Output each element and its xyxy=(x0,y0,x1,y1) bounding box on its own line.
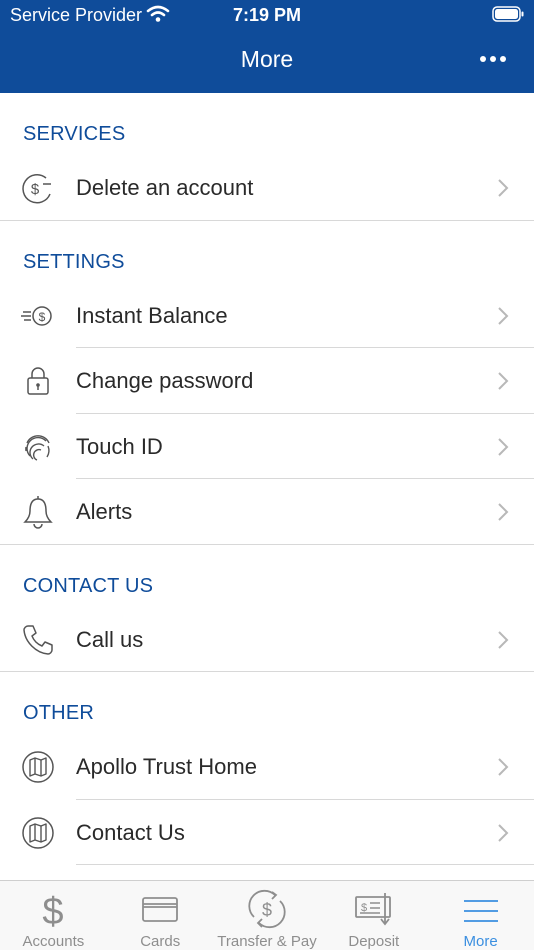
svg-text:$: $ xyxy=(31,181,40,198)
section-header-services: SERVICES xyxy=(23,123,126,145)
menu-item-apollo-trust-home[interactable]: Apollo Trust Home xyxy=(0,734,534,800)
chevron-right-icon xyxy=(498,503,509,521)
menu-item-instant-balance[interactable]: $ Instant Balance xyxy=(0,283,534,348)
menu-item-label: Change password xyxy=(76,368,254,393)
tab-bar: $ Accounts Cards $ Transfer & Pay $ Depo… xyxy=(0,880,534,950)
chevron-right-icon xyxy=(498,437,509,456)
lock-icon xyxy=(27,367,49,395)
card-icon xyxy=(142,897,179,922)
status-bar: Service Provider 7:19 PM xyxy=(0,0,534,30)
row-divider xyxy=(0,219,534,221)
tab-more[interactable]: More xyxy=(427,881,534,950)
tab-deposit[interactable]: $ Deposit xyxy=(320,881,427,950)
section-header-contact-us: CONTACT US xyxy=(23,574,154,597)
map-icon xyxy=(22,816,54,849)
chevron-right-icon xyxy=(498,306,509,325)
tab-accounts[interactable]: $ Accounts xyxy=(0,881,107,950)
row-divider xyxy=(0,543,534,545)
menu-item-label: Contact Us xyxy=(76,819,185,845)
menu-item-call-us[interactable]: Call us xyxy=(0,607,534,672)
phone-icon xyxy=(23,624,53,655)
chevron-right-icon xyxy=(498,758,509,776)
svg-text:$: $ xyxy=(262,900,272,920)
row-divider xyxy=(0,671,534,672)
menu-item-label: Touch ID xyxy=(76,433,163,459)
dollar-remove-icon: $ xyxy=(22,174,51,204)
section-header-settings: SETTINGS xyxy=(23,250,125,273)
more-menu-list: SERVICES $ Delete an account SETTINGS $ … xyxy=(0,93,534,865)
status-time: 7:19 PM xyxy=(232,5,302,25)
menu-item-label: Apollo Trust Home xyxy=(76,754,257,779)
tab-label: More xyxy=(463,933,498,950)
row-divider xyxy=(76,864,534,865)
map-icon xyxy=(22,751,54,783)
page-title: More xyxy=(240,46,294,72)
menu-icon xyxy=(463,900,498,922)
menu-item-change-password[interactable]: Change password xyxy=(0,348,534,414)
dollar-icon: $ xyxy=(43,891,64,931)
tab-label: Cards xyxy=(140,933,181,950)
tab-transfer-pay[interactable]: $ Transfer & Pay xyxy=(214,881,321,950)
menu-item-label: Call us xyxy=(76,626,144,652)
fingerprint-icon xyxy=(25,434,50,461)
menu-item-contact-us[interactable]: Contact Us xyxy=(0,800,534,865)
app-header: Service Provider 7:19 PM More xyxy=(0,0,534,93)
bell-icon xyxy=(23,496,53,529)
battery-icon xyxy=(492,6,524,22)
chevron-right-icon xyxy=(498,630,509,649)
more-options-icon[interactable] xyxy=(478,52,508,66)
menu-item-label: Delete an account xyxy=(76,175,254,200)
transfer-icon: $ xyxy=(248,889,286,929)
menu-item-label: Instant Balance xyxy=(76,302,228,328)
tab-label: Transfer & Pay xyxy=(217,933,317,950)
svg-text:$: $ xyxy=(39,310,46,324)
svg-text:$: $ xyxy=(43,891,64,931)
section-header-other: OTHER xyxy=(23,702,94,724)
menu-item-touch-id[interactable]: Touch ID xyxy=(0,414,534,479)
menu-item-alerts[interactable]: Alerts xyxy=(0,479,534,545)
chevron-right-icon xyxy=(498,372,509,390)
tab-label: Deposit xyxy=(348,933,400,950)
menu-item-label: Alerts xyxy=(76,499,133,524)
check-deposit-icon: $ xyxy=(354,893,391,926)
svg-text:$: $ xyxy=(361,902,367,914)
menu-item-delete-account[interactable]: $ Delete an account xyxy=(0,155,534,221)
chevron-right-icon xyxy=(498,823,509,842)
instant-balance-icon: $ xyxy=(21,305,52,326)
tab-label: Accounts xyxy=(22,933,85,950)
chevron-right-icon xyxy=(498,179,509,197)
tab-cards[interactable]: Cards xyxy=(107,881,214,950)
